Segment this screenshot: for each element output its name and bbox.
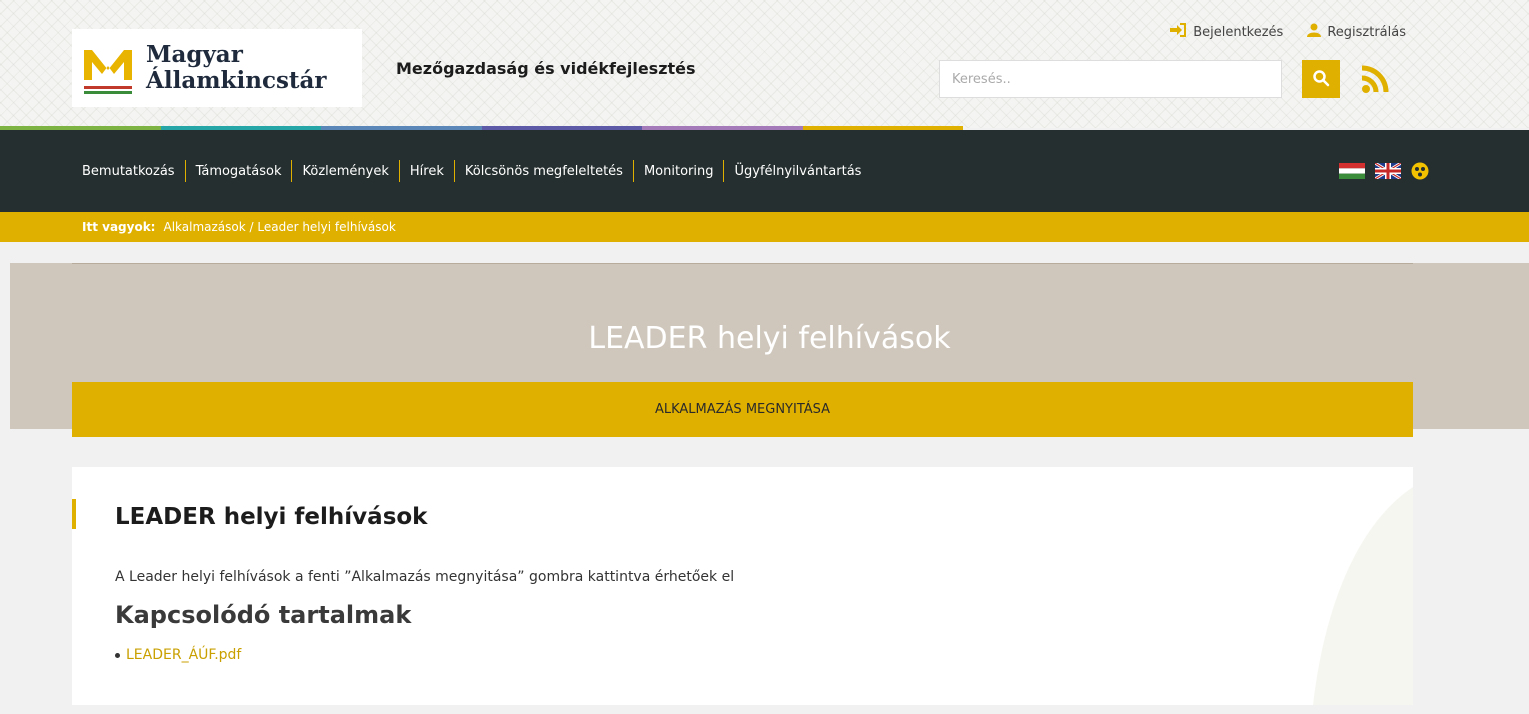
- login-icon: [1169, 23, 1187, 41]
- login-link[interactable]: Bejelentkezés: [1169, 23, 1283, 41]
- uk-flag-icon[interactable]: [1374, 161, 1402, 183]
- nav-item-bemutatkozas[interactable]: Bemutatkozás: [82, 164, 175, 179]
- top-links: Bejelentkezés Regisztrálás: [1169, 23, 1406, 41]
- nav-item-tamogatasok[interactable]: Támogatások: [196, 164, 282, 179]
- search-input[interactable]: [939, 60, 1282, 98]
- register-link[interactable]: Regisztrálás: [1307, 23, 1406, 41]
- hero-divider: [72, 263, 1413, 264]
- search-button[interactable]: [1302, 60, 1340, 98]
- content-card: LEADER helyi felhívások A Leader helyi f…: [72, 467, 1413, 705]
- related-title: Kapcsolódó tartalmak: [115, 601, 412, 629]
- main-nav: Bemutatkozás Támogatások Közlemények Hír…: [0, 130, 1529, 212]
- decorative-shape: [1313, 487, 1413, 705]
- logo-mark-icon: [80, 38, 136, 98]
- register-label: Regisztrálás: [1327, 24, 1406, 40]
- logo-line1: Magyar: [146, 41, 243, 68]
- hungarian-flag-icon[interactable]: [1339, 163, 1365, 183]
- nav-separator: [291, 160, 293, 182]
- title-accent-bar: [72, 499, 76, 529]
- nav-item-monitoring[interactable]: Monitoring: [644, 164, 714, 179]
- nav-separator: [184, 160, 186, 182]
- content-text: A Leader helyi felhívások a fenti ”Alkal…: [115, 569, 735, 585]
- search-icon: [1312, 69, 1330, 90]
- open-application-button[interactable]: ALKALMAZÁS MEGNYITÁSA: [72, 382, 1413, 437]
- hero-title: LEADER helyi felhívások: [588, 321, 951, 356]
- logo-line2: Államkincstár: [146, 67, 327, 94]
- related-link[interactable]: LEADER_ÁÚF.pdf: [126, 647, 241, 663]
- related-list: LEADER_ÁÚF.pdf: [115, 647, 241, 663]
- language-switcher: [1339, 161, 1429, 184]
- bullet-icon: [115, 652, 120, 658]
- rss-icon: [1356, 65, 1394, 102]
- site-header: Magyar Államkincstár Mezőgazdaság és vid…: [0, 0, 1529, 128]
- rss-button[interactable]: [1356, 60, 1394, 98]
- accessibility-icon[interactable]: [1411, 162, 1429, 184]
- logo[interactable]: Magyar Államkincstár: [72, 29, 362, 107]
- nav-separator: [723, 160, 725, 182]
- nav-separator: [453, 160, 455, 182]
- login-label: Bejelentkezés: [1193, 24, 1284, 40]
- nav-separator: [398, 160, 400, 182]
- breadcrumb-path[interactable]: Alkalmazások / Leader helyi felhívások: [163, 220, 395, 234]
- breadcrumb: Itt vagyok: Alkalmazások / Leader helyi …: [0, 212, 1529, 242]
- nav-item-kolcsonos-megfeleltetes[interactable]: Kölcsönös megfeleltetés: [465, 164, 623, 179]
- nav-item-hirek[interactable]: Hírek: [410, 164, 444, 179]
- breadcrumb-prefix: Itt vagyok:: [82, 220, 156, 234]
- site-title: Mezőgazdaság és vidékfejlesztés: [396, 59, 696, 78]
- nav-separator: [632, 160, 634, 182]
- list-item: LEADER_ÁÚF.pdf: [115, 647, 241, 663]
- user-icon: [1307, 23, 1322, 41]
- nav-item-ugyfelnyilvantartas[interactable]: Ügyfélnyilvántartás: [734, 164, 861, 179]
- nav-item-kozlemenyek[interactable]: Közlemények: [302, 164, 388, 179]
- content-title: LEADER helyi felhívások: [115, 504, 428, 530]
